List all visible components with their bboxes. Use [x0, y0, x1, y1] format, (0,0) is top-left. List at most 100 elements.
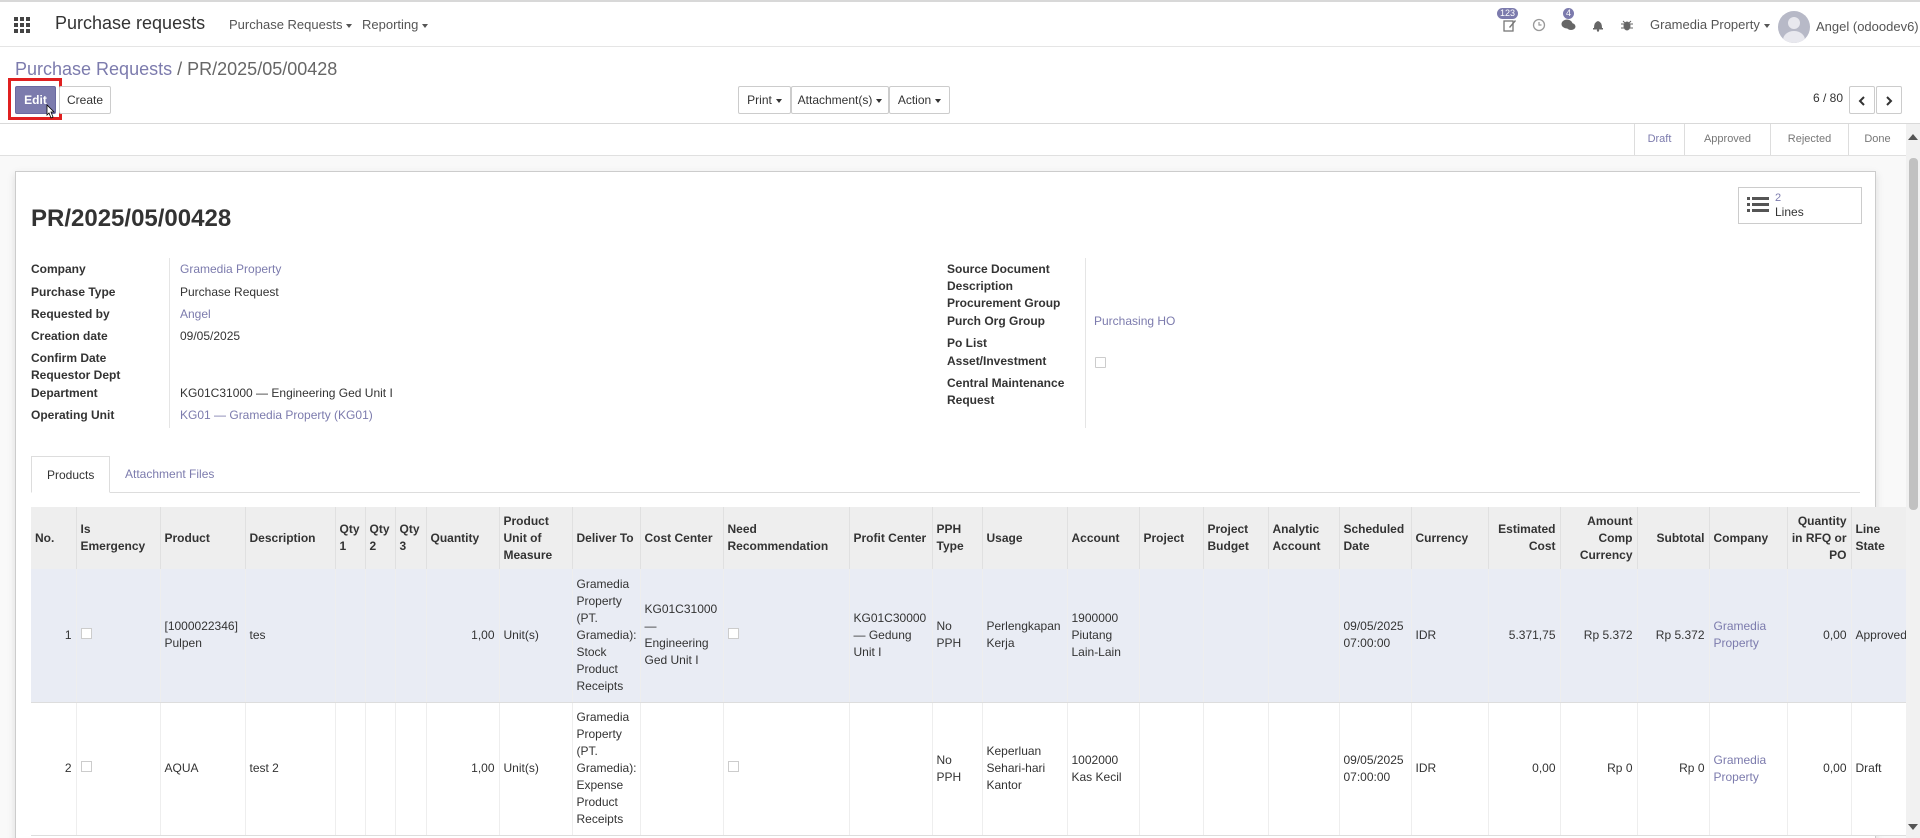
- activity-badge: 123: [1497, 8, 1519, 19]
- company-link[interactable]: Gramedia Property: [1714, 619, 1767, 650]
- stage-rejected[interactable]: Rejected: [1770, 124, 1848, 155]
- company-switcher[interactable]: Gramedia Property: [1650, 17, 1770, 32]
- cell-qty2: [365, 702, 396, 836]
- stage-approved[interactable]: Approved: [1684, 124, 1770, 155]
- col-subtotal[interactable]: Subtotal: [1637, 507, 1710, 569]
- asset-investment-checkbox[interactable]: [1095, 357, 1106, 368]
- vertical-scrollbar[interactable]: [1906, 124, 1920, 838]
- col-amount-comp-currency[interactable]: Amount Comp Currency: [1560, 507, 1638, 569]
- breadcrumb-parent[interactable]: Purchase Requests: [15, 59, 172, 79]
- recommendation-checkbox[interactable]: [727, 761, 739, 772]
- action-button[interactable]: Action: [889, 86, 950, 114]
- lines-smart-button[interactable]: 2 Lines: [1738, 187, 1862, 224]
- col-currency[interactable]: Currency: [1411, 507, 1489, 569]
- label-requestor-dept: Requestor Dept: [31, 368, 121, 382]
- col-line-state[interactable]: Line State: [1851, 507, 1912, 569]
- label-department: Department: [31, 386, 98, 400]
- stage-draft[interactable]: Draft: [1634, 124, 1684, 155]
- user-name[interactable]: Angel (odoodev6): [1816, 19, 1919, 34]
- top-navbar: Purchase requests Purchase Requests Repo…: [0, 0, 1920, 47]
- stage-done[interactable]: Done: [1848, 124, 1906, 155]
- menu-reporting[interactable]: Reporting: [362, 17, 429, 32]
- messages-badge: 4: [1563, 8, 1575, 19]
- col-qty1[interactable]: Qty 1: [335, 507, 366, 569]
- col-company[interactable]: Company: [1709, 507, 1788, 569]
- label-po-list: Po List: [947, 336, 988, 350]
- cell-qty2: [365, 569, 396, 703]
- products-table: No. Is Emergency Product Description Qty…: [31, 507, 1912, 836]
- label-procurement-group: Procurement Group: [947, 296, 1061, 310]
- col-analytic-account[interactable]: Analytic Account: [1268, 507, 1340, 569]
- menu-purchase-requests[interactable]: Purchase Requests: [229, 17, 353, 32]
- clock-icon[interactable]: [1532, 18, 1546, 32]
- table-row[interactable]: 2 AQUA test 2 1,00 Unit(s) Gramedia Prop…: [31, 702, 1912, 836]
- cell-amount-comp: Rp 0: [1560, 702, 1638, 836]
- cell-line-state: Draft: [1851, 702, 1912, 836]
- col-deliver-to[interactable]: Deliver To: [572, 507, 641, 569]
- label-central-maintenance: Central Maintenance Request: [947, 376, 1065, 407]
- col-no[interactable]: No.: [31, 507, 77, 569]
- messages-icon[interactable]: [1561, 18, 1576, 32]
- col-cost-center[interactable]: Cost Center: [640, 507, 724, 569]
- table-row[interactable]: 1 [1000022346] Pulpen tes 1,00 Unit(s) G…: [31, 569, 1912, 703]
- col-account[interactable]: Account: [1067, 507, 1140, 569]
- scroll-down-arrow-icon[interactable]: [1908, 824, 1918, 830]
- create-button[interactable]: Create: [59, 86, 111, 114]
- col-project-budget[interactable]: Project Budget: [1203, 507, 1269, 569]
- cell-product: [1000022346] Pulpen: [160, 569, 246, 703]
- user-avatar[interactable]: [1778, 11, 1810, 43]
- pager-next-button[interactable]: [1876, 86, 1902, 114]
- scroll-up-arrow-icon[interactable]: [1908, 134, 1918, 140]
- lines-label: Lines: [1775, 205, 1804, 219]
- col-estimated-cost[interactable]: Estimated Cost: [1488, 507, 1561, 569]
- apps-menu-icon[interactable]: [14, 17, 30, 33]
- value-company[interactable]: Gramedia Property: [180, 262, 281, 276]
- attachments-button[interactable]: Attachment(s): [791, 86, 889, 114]
- cell-cost-center: KG01C31000 — Engineering Ged Unit I: [640, 569, 724, 703]
- table-header-row: No. Is Emergency Product Description Qty…: [31, 507, 1912, 569]
- col-quantity[interactable]: Quantity: [426, 507, 500, 569]
- col-need-recommendation[interactable]: Need Recommendation: [723, 507, 850, 569]
- emergency-checkbox[interactable]: [80, 761, 92, 772]
- col-qty-rfq[interactable]: Quantity in RFQ or PO: [1787, 507, 1852, 569]
- cell-product: AQUA: [160, 702, 246, 836]
- col-project[interactable]: Project: [1139, 507, 1204, 569]
- col-scheduled-date[interactable]: Scheduled Date: [1339, 507, 1412, 569]
- cell-company: Gramedia Property: [1709, 569, 1788, 703]
- tab-products[interactable]: Products: [31, 456, 111, 493]
- activity-edit-icon[interactable]: [1503, 18, 1517, 32]
- col-description[interactable]: Description: [245, 507, 336, 569]
- cell-cost-center: [640, 702, 724, 836]
- company-link[interactable]: Gramedia Property: [1714, 753, 1767, 784]
- bell-icon[interactable]: [1591, 18, 1605, 32]
- col-qty3[interactable]: Qty 3: [395, 507, 427, 569]
- print-button[interactable]: Print: [738, 86, 791, 114]
- cell-estimated-cost: 0,00: [1488, 702, 1561, 836]
- value-requested-by[interactable]: Angel: [180, 307, 211, 321]
- breadcrumb: Purchase Requests / PR/2025/05/00428: [15, 59, 337, 80]
- cell-subtotal: Rp 0: [1637, 702, 1710, 836]
- scrollbar-thumb[interactable]: [1909, 158, 1918, 510]
- field-divider: [1085, 258, 1086, 428]
- emergency-checkbox[interactable]: [80, 627, 92, 639]
- col-profit-center[interactable]: Profit Center: [849, 507, 933, 569]
- bug-icon[interactable]: [1620, 18, 1634, 32]
- value-purchase-type: Purchase Request: [180, 285, 279, 299]
- col-pph-type[interactable]: PPH Type: [932, 507, 983, 569]
- pager-previous-button[interactable]: [1849, 86, 1875, 114]
- col-product[interactable]: Product: [160, 507, 246, 569]
- col-usage[interactable]: Usage: [982, 507, 1068, 569]
- recommendation-checkbox[interactable]: [727, 627, 739, 639]
- pager-value[interactable]: 6 / 80: [1813, 91, 1843, 105]
- value-operating-unit[interactable]: KG01 — Gramedia Property (KG01): [180, 408, 373, 422]
- col-is-emergency[interactable]: Is Emergency: [76, 507, 161, 569]
- value-purch-org-group[interactable]: Purchasing HO: [1094, 314, 1175, 328]
- col-qty2[interactable]: Qty 2: [365, 507, 396, 569]
- tab-attachment-files[interactable]: Attachment Files: [110, 456, 229, 493]
- cell-deliver-to: Gramedia Property (PT. Gramedia): Expens…: [572, 702, 641, 836]
- cell-line-state: Approved: [1851, 569, 1912, 703]
- col-uom[interactable]: Product Unit of Measure: [499, 507, 573, 569]
- cell-analytic-account: [1268, 702, 1340, 836]
- cell-pph-type: No PPH: [932, 702, 983, 836]
- cell-account: 1002000 Kas Kecil: [1067, 702, 1140, 836]
